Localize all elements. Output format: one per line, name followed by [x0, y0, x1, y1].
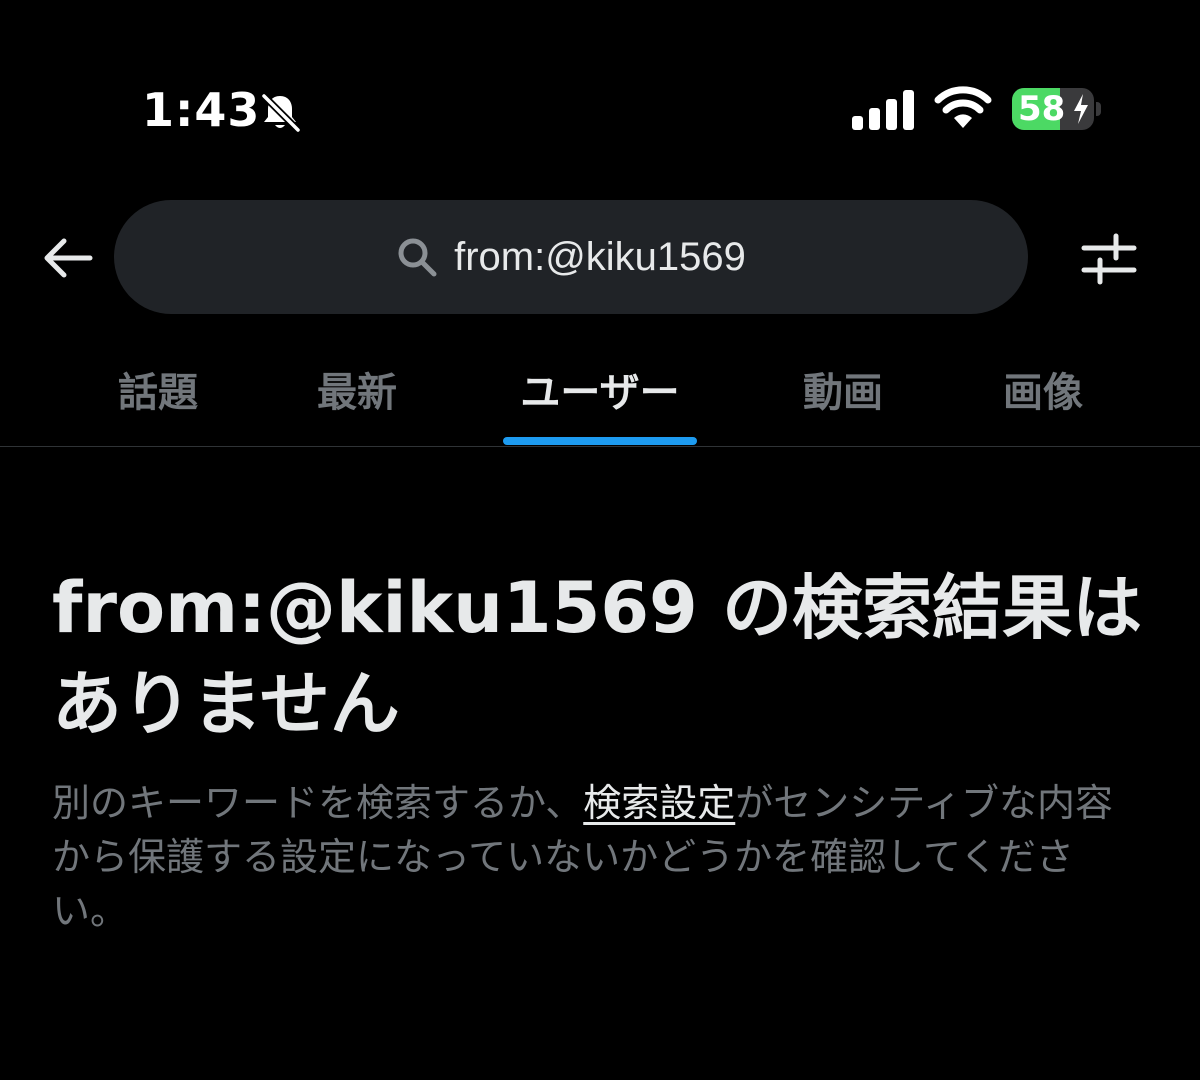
- tab-latest[interactable]: 最新: [317, 360, 397, 418]
- tab-topics[interactable]: 話題: [118, 360, 198, 418]
- active-tab-indicator: [503, 437, 697, 445]
- cellular-signal-icon: [852, 90, 914, 130]
- search-settings-link[interactable]: 検索設定: [583, 781, 735, 825]
- battery-cap: [1096, 102, 1101, 116]
- bell-muted-icon: [261, 93, 301, 133]
- wifi-icon: [934, 86, 992, 128]
- search-field-content: from:@kiku1569: [396, 235, 746, 280]
- search-field[interactable]: from:@kiku1569: [114, 200, 1028, 314]
- search-results-screen: 1:43 58 from:@kiku1569 話題 最新 ユーザー 動画 画像 …: [0, 0, 1200, 1080]
- search-icon: [398, 238, 437, 277]
- battery-body: 58: [1012, 88, 1094, 130]
- tab-users[interactable]: ユーザー: [520, 360, 679, 418]
- battery-level: 58: [1018, 89, 1066, 129]
- sliders-icon[interactable]: [1078, 228, 1140, 290]
- battery-indicator: 58: [1012, 88, 1102, 130]
- empty-state-description: 別のキーワードを検索するか、検索設定がセンシティブな内容から保護する設定になって…: [52, 776, 1138, 938]
- tab-videos[interactable]: 動画: [803, 360, 883, 418]
- status-time: 1:43: [142, 83, 261, 137]
- search-tabs: 話題 最新 ユーザー 動画 画像: [0, 340, 1200, 447]
- charging-bolt-icon: [1074, 94, 1088, 124]
- empty-state-title: from:@kiku1569 の検索結果はありません: [52, 567, 1143, 745]
- search-query-text: from:@kiku1569: [454, 234, 746, 279]
- back-arrow-icon[interactable]: [38, 228, 98, 288]
- tab-images[interactable]: 画像: [1003, 360, 1083, 418]
- empty-desc-prefix: 別のキーワードを検索するか、: [52, 781, 584, 825]
